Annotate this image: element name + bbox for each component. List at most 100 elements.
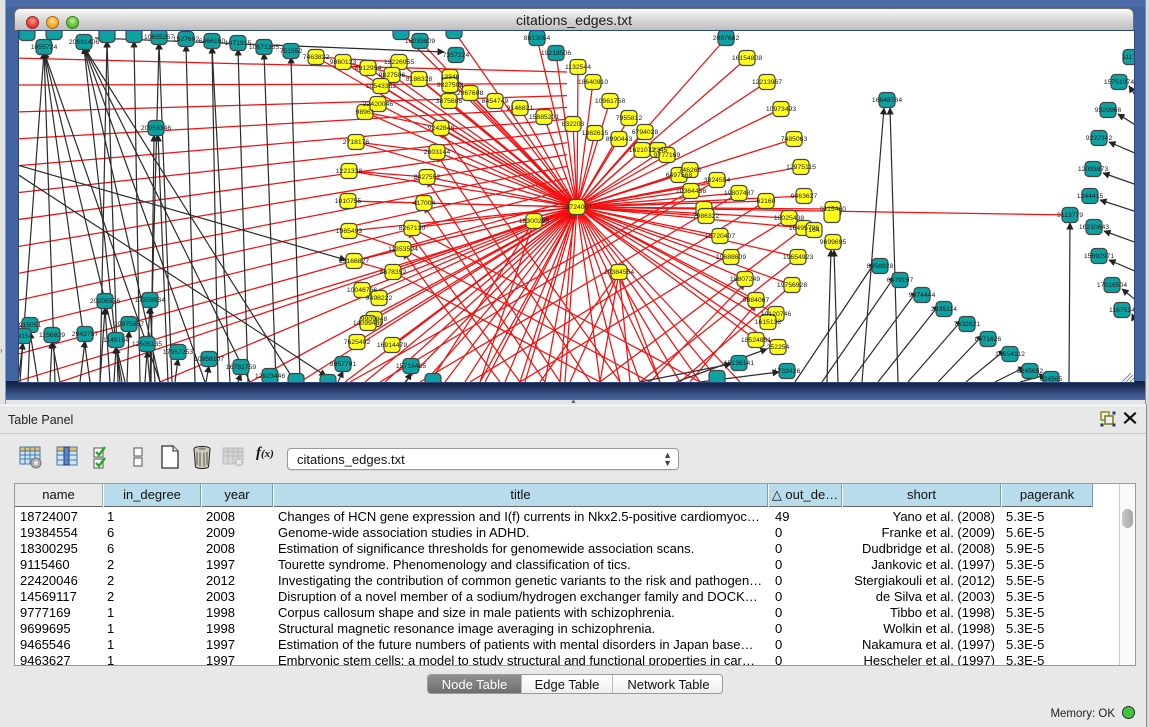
svg-text:9699695: 9699695 bbox=[820, 239, 847, 246]
svg-text:9329966: 9329966 bbox=[1095, 107, 1122, 114]
svg-text:17957253: 17957253 bbox=[163, 349, 193, 356]
svg-text:16033809: 16033809 bbox=[405, 38, 435, 45]
svg-text:1167534: 1167534 bbox=[1109, 307, 1134, 314]
svg-text:9498222: 9498222 bbox=[366, 295, 393, 302]
svg-text:12226055: 12226055 bbox=[384, 59, 414, 66]
svg-text:9474444: 9474444 bbox=[909, 292, 936, 299]
svg-text:1071915: 1071915 bbox=[225, 40, 252, 47]
svg-text:10961758: 10961758 bbox=[595, 98, 625, 105]
svg-text:12346: 12346 bbox=[441, 74, 460, 81]
svg-text:10688609: 10688609 bbox=[716, 254, 746, 261]
svg-text:2967608: 2967608 bbox=[457, 90, 484, 97]
svg-text:19218506: 19218506 bbox=[541, 50, 571, 57]
svg-text:12975115: 12975115 bbox=[786, 164, 816, 171]
svg-text:9857791: 9857791 bbox=[330, 361, 357, 368]
svg-text:8267130: 8267130 bbox=[399, 225, 426, 232]
svg-text:18724007: 18724007 bbox=[562, 204, 592, 211]
svg-text:11172: 11172 bbox=[1122, 54, 1134, 61]
svg-text:15716485: 15716485 bbox=[396, 363, 426, 370]
svg-text:15720407: 15720407 bbox=[705, 233, 735, 240]
svg-text:8454749: 8454749 bbox=[482, 98, 509, 105]
svg-text:7357224: 7357224 bbox=[443, 52, 470, 59]
svg-text:12213967: 12213967 bbox=[752, 79, 782, 86]
svg-text:1221338: 1221338 bbox=[336, 168, 363, 175]
svg-text:15885201: 15885201 bbox=[529, 114, 559, 121]
svg-text:12093873: 12093873 bbox=[1078, 166, 1108, 173]
svg-text:9827508: 9827508 bbox=[437, 82, 464, 89]
svg-text:18300295: 18300295 bbox=[519, 218, 549, 225]
svg-text:8186328: 8186328 bbox=[406, 76, 433, 83]
svg-text:20053346: 20053346 bbox=[141, 125, 171, 132]
svg-text:10671355: 10671355 bbox=[249, 44, 279, 51]
svg-text:7625402: 7625402 bbox=[344, 339, 371, 346]
svg-text:7485063: 7485063 bbox=[781, 136, 808, 143]
svg-text:9113779: 9113779 bbox=[1057, 212, 1083, 219]
svg-text:9860123: 9860123 bbox=[330, 59, 357, 66]
svg-text:10025438: 10025438 bbox=[774, 215, 804, 222]
svg-text:17016504: 17016504 bbox=[1097, 282, 1127, 289]
svg-text:20206576: 20206576 bbox=[90, 298, 120, 305]
svg-text:1055724: 1055724 bbox=[31, 44, 58, 51]
svg-text:98961: 98961 bbox=[356, 109, 375, 116]
svg-text:18524851: 18524851 bbox=[741, 337, 771, 344]
svg-text:18807249: 18807249 bbox=[730, 276, 760, 283]
svg-text:15136141: 15136141 bbox=[724, 360, 754, 367]
svg-text:10655267: 10655267 bbox=[144, 34, 174, 41]
svg-text:2942757: 2942757 bbox=[72, 331, 99, 338]
svg-text:19166827: 19166827 bbox=[339, 258, 369, 265]
svg-text:6479197: 6479197 bbox=[887, 277, 914, 284]
svg-text:6466160: 6466160 bbox=[199, 38, 226, 45]
svg-text:8990443: 8990443 bbox=[606, 136, 633, 143]
svg-text:1527602: 1527602 bbox=[173, 36, 200, 43]
svg-text:1145194: 1145194 bbox=[103, 337, 129, 344]
svg-text:751552: 751552 bbox=[280, 48, 303, 55]
svg-text:20691406: 20691406 bbox=[69, 39, 99, 46]
svg-text:10654112: 10654112 bbox=[995, 351, 1025, 358]
svg-text:3875685: 3875685 bbox=[436, 98, 463, 105]
svg-text:16648784: 16648784 bbox=[872, 97, 902, 104]
svg-text:8912954: 8912954 bbox=[355, 65, 382, 72]
svg-text:915051: 915051 bbox=[19, 322, 42, 329]
svg-text:746266: 746266 bbox=[679, 167, 702, 174]
svg-text:9245652: 9245652 bbox=[1017, 368, 1044, 375]
svg-text:164: 164 bbox=[808, 227, 820, 234]
svg-text:18640910: 18640910 bbox=[578, 79, 608, 86]
svg-text:1615132: 1615132 bbox=[755, 319, 782, 326]
svg-text:924565: 924565 bbox=[1040, 376, 1063, 382]
svg-text:2087682: 2087682 bbox=[713, 35, 740, 42]
svg-text:17359934: 17359934 bbox=[135, 297, 165, 304]
svg-text:6794028: 6794028 bbox=[632, 129, 659, 136]
svg-text:1965493: 1965493 bbox=[336, 228, 363, 235]
svg-text:9227342: 9227342 bbox=[1086, 135, 1113, 142]
svg-text:8813054: 8813054 bbox=[524, 35, 551, 42]
svg-text:2803144: 2803144 bbox=[424, 149, 451, 156]
svg-text:15751074: 15751074 bbox=[1104, 79, 1134, 86]
svg-text:1132544: 1132544 bbox=[565, 64, 591, 71]
svg-text:8427552: 8427552 bbox=[414, 174, 441, 181]
svg-text:10120746: 10120746 bbox=[761, 311, 791, 318]
svg-text:1010755: 1010755 bbox=[335, 198, 362, 205]
svg-text:7986322: 7986322 bbox=[693, 213, 720, 220]
svg-text:2718176: 2718176 bbox=[343, 139, 370, 146]
svg-text:39154: 39154 bbox=[19, 333, 33, 340]
svg-text:1156829: 1156829 bbox=[39, 332, 65, 339]
svg-text:1733426: 1733426 bbox=[774, 368, 801, 375]
svg-text:1362615: 1362615 bbox=[582, 130, 609, 137]
svg-text:10046766: 10046766 bbox=[347, 287, 377, 294]
svg-text:7463822: 7463822 bbox=[303, 54, 330, 61]
svg-text:7955812: 7955812 bbox=[616, 115, 643, 122]
svg-text:10543382: 10543382 bbox=[366, 83, 396, 90]
svg-text:1244415: 1244415 bbox=[1077, 193, 1104, 200]
svg-text:14099489: 14099489 bbox=[353, 320, 383, 327]
svg-text:9146821: 9146821 bbox=[507, 105, 534, 112]
svg-text:19654923: 19654923 bbox=[783, 254, 813, 261]
svg-text:19756928: 19756928 bbox=[777, 282, 807, 289]
svg-text:19975867: 19975867 bbox=[114, 321, 144, 328]
svg-text:12923446: 12923446 bbox=[255, 373, 285, 380]
svg-text:417004: 417004 bbox=[413, 200, 436, 207]
svg-text:9884067: 9884067 bbox=[743, 297, 770, 304]
svg-text:20364436: 20364436 bbox=[676, 188, 706, 195]
svg-text:16210643: 16210643 bbox=[1079, 224, 1109, 231]
svg-text:3824554: 3824554 bbox=[704, 177, 731, 184]
svg-text:10807487: 10807487 bbox=[724, 190, 754, 197]
